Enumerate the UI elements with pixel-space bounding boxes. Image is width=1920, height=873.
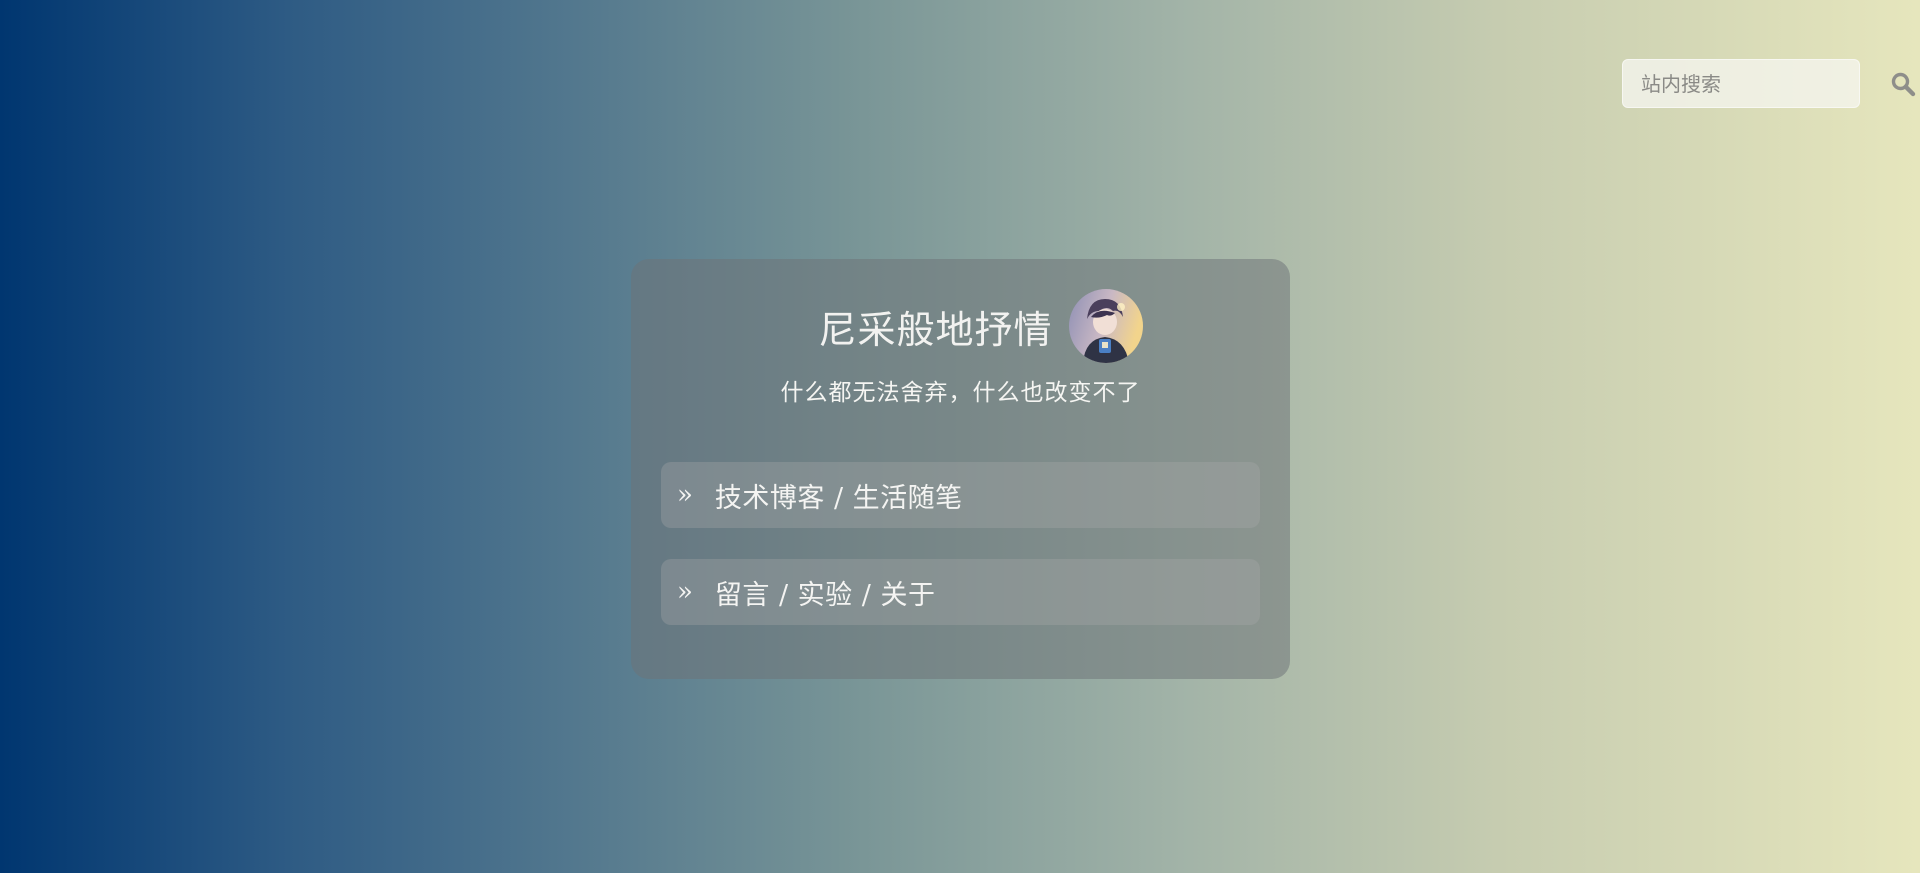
site-title: 尼采般地抒情 <box>818 307 1053 352</box>
double-chevron-right-icon: » <box>677 577 693 607</box>
title-row: 尼采般地抒情 <box>631 289 1290 363</box>
search-box[interactable] <box>1622 59 1916 108</box>
search-icon[interactable] <box>1890 71 1916 97</box>
double-chevron-right-icon: » <box>677 480 693 510</box>
site-subtitle: 什么都无法舍弃，什么也改变不了 <box>780 380 1141 406</box>
search-input[interactable] <box>1623 60 1890 107</box>
avatar[interactable] <box>1068 289 1143 363</box>
nav-blog-link[interactable]: » 技术博客 / 生活随笔 <box>661 462 1260 528</box>
profile-card: 尼采般地抒情 什么都无法舍弃，什么也改变不了 » 技术博客 / 生活随笔 » 留… <box>631 259 1290 679</box>
nav-about-label: 留言 / 实验 / 关于 <box>714 579 936 611</box>
nav-about-link[interactable]: » 留言 / 实验 / 关于 <box>661 559 1260 625</box>
nav-blog-label: 技术博客 / 生活随笔 <box>714 482 963 514</box>
